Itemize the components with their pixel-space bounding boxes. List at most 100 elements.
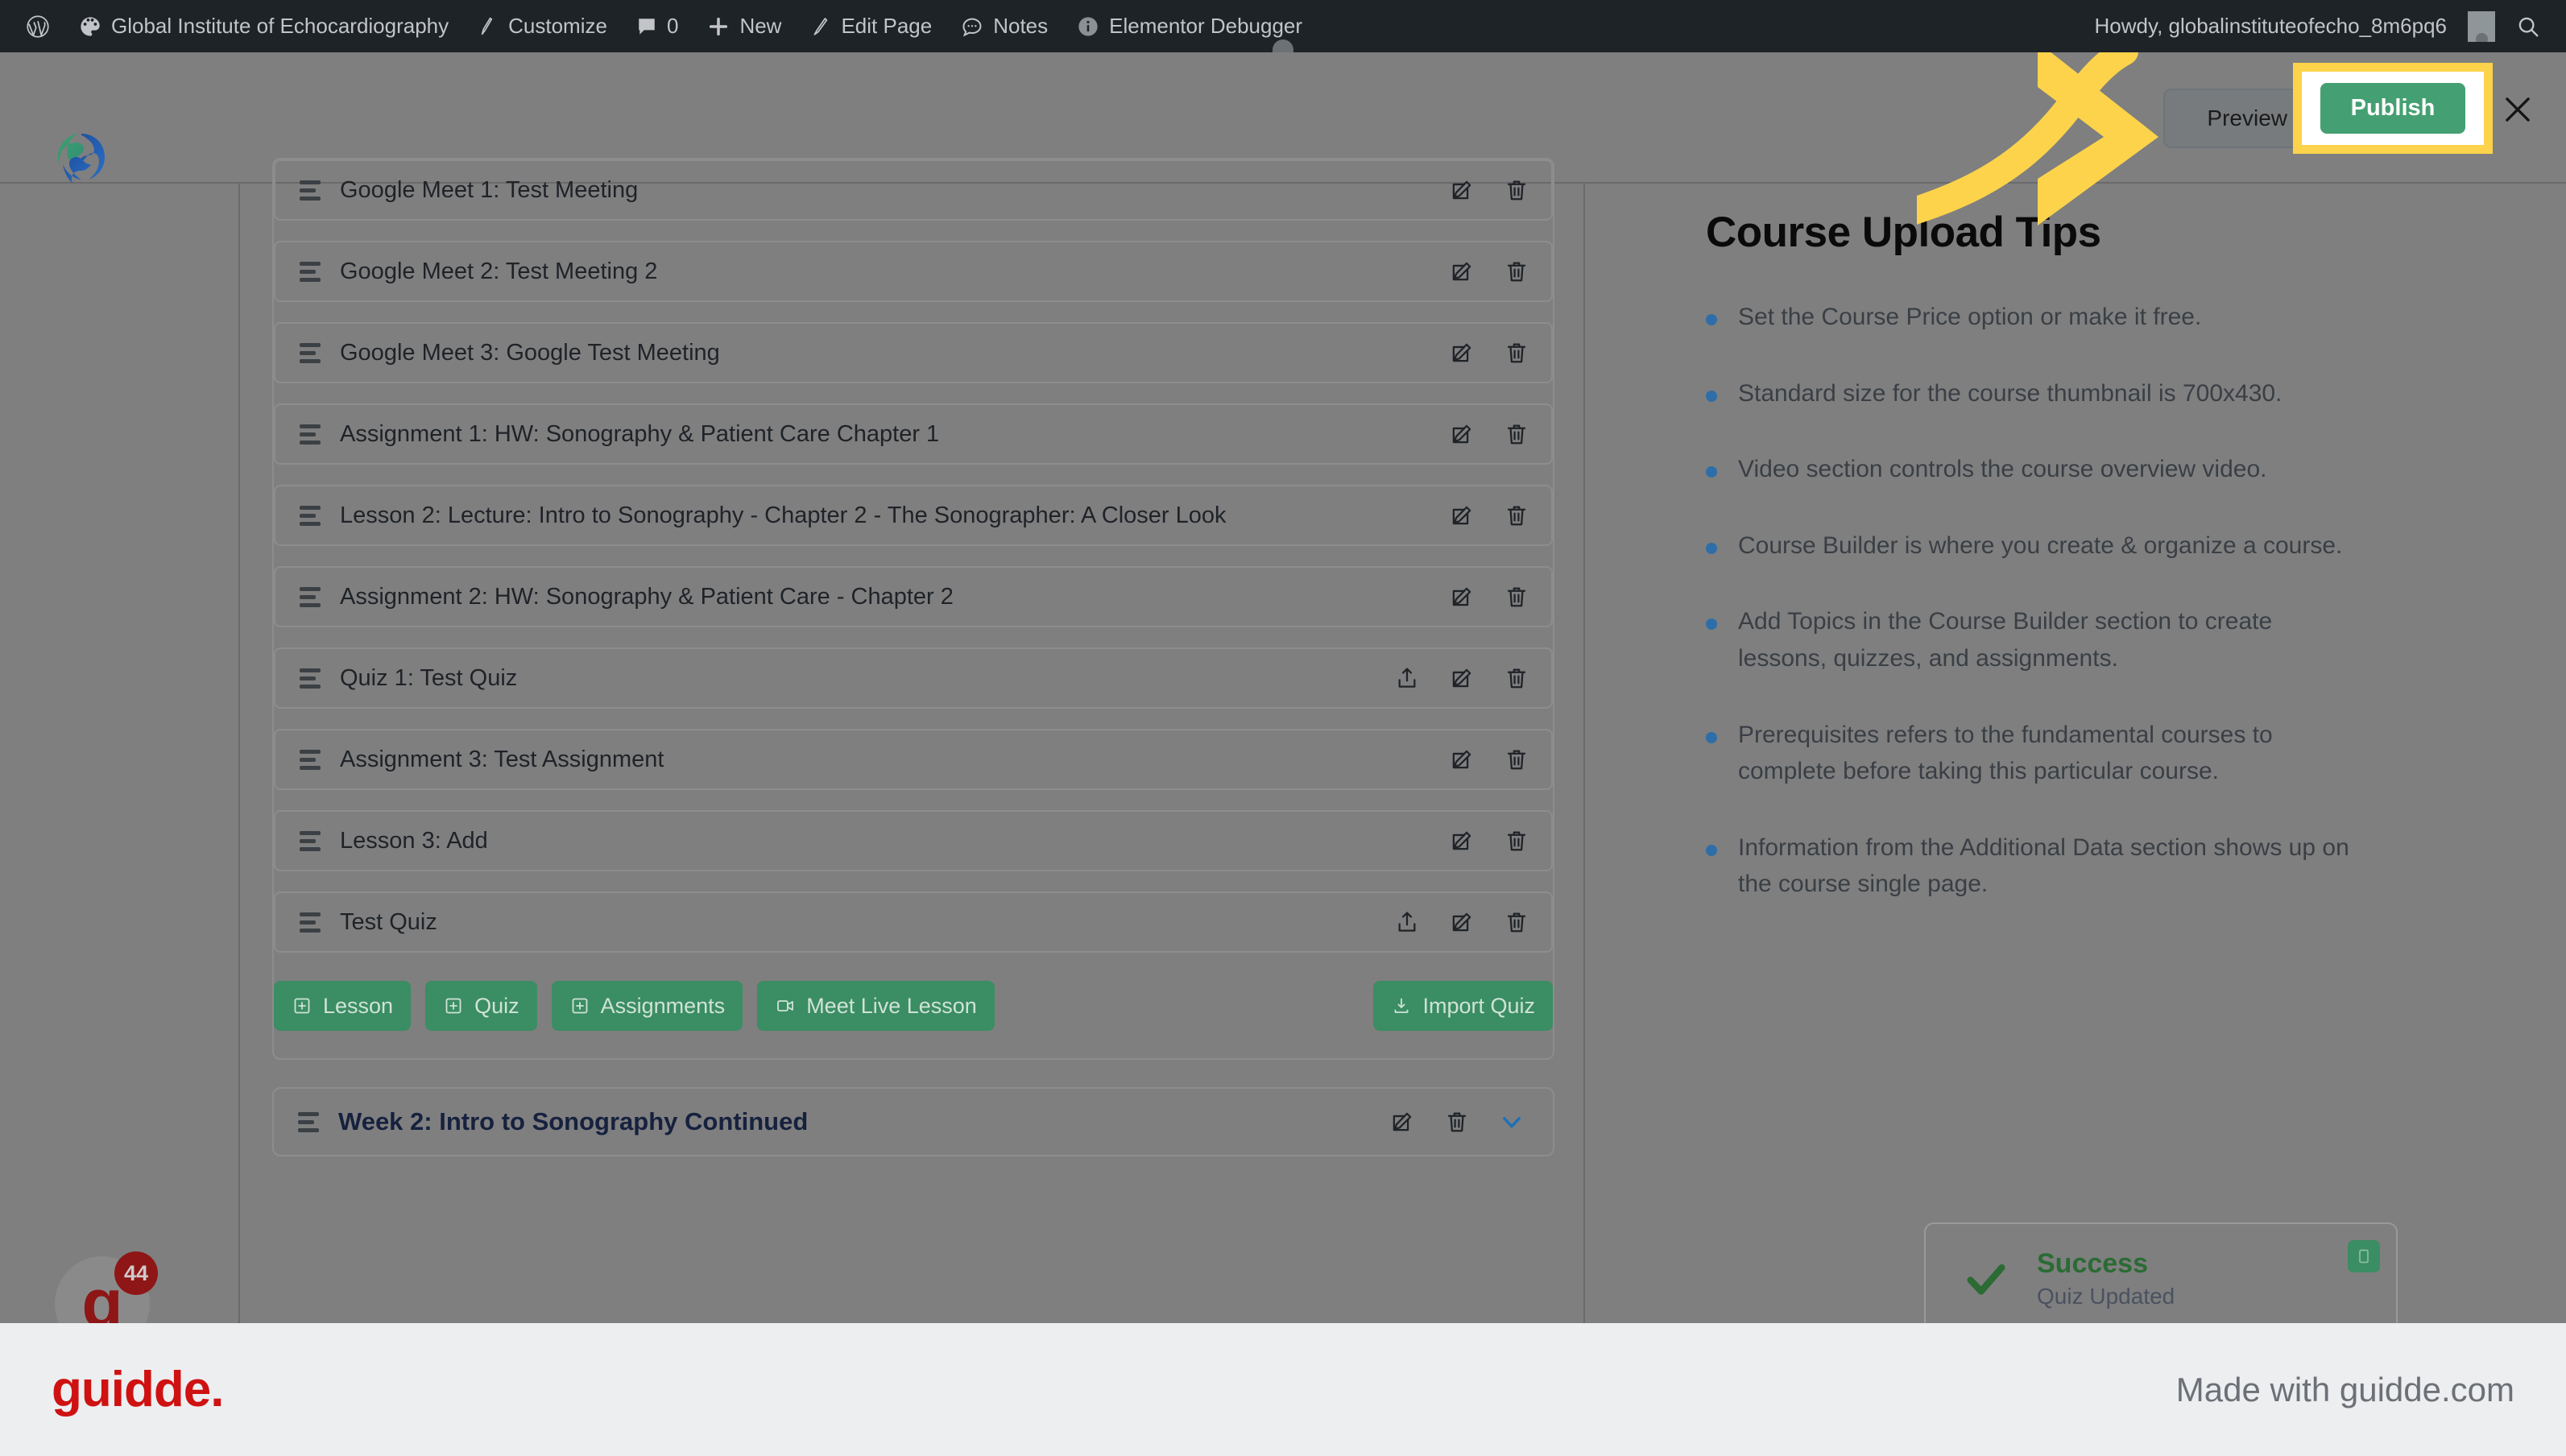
- preview-button[interactable]: Preview: [2163, 88, 2300, 148]
- row-actions: [1448, 420, 1530, 448]
- adminbar-item-edit-page[interactable]: Edit Page: [796, 0, 946, 52]
- meet-live-lesson-button[interactable]: Meet Live Lesson: [757, 981, 995, 1031]
- drag-handle-icon[interactable]: [300, 586, 321, 607]
- download-icon: [1391, 995, 1412, 1016]
- publish-highlight-box: Publish: [2293, 63, 2493, 154]
- list-item[interactable]: Google Meet 3: Google Test Meeting: [274, 322, 1553, 383]
- edit-icon[interactable]: [1448, 908, 1475, 936]
- list-item[interactable]: Google Meet 2: Test Meeting 2: [274, 241, 1553, 302]
- list-item[interactable]: Google Meet 1: Test Meeting: [274, 159, 1553, 221]
- edit-icon[interactable]: [1448, 339, 1475, 366]
- preview-button-label: Preview: [2207, 105, 2287, 130]
- avatar: [1273, 10, 2495, 52]
- adminbar-item-notes[interactable]: Notes: [946, 0, 1062, 52]
- topic-row-week-2[interactable]: Week 2: Intro to Sonography Continued: [272, 1087, 1554, 1156]
- tip-text: Video section controls the course overvi…: [1738, 456, 2267, 483]
- add-content-toolbar: Lesson Quiz Assignments Meet Live Lesson…: [274, 973, 1553, 1031]
- list-item-title: Quiz 1: Test Quiz: [340, 664, 518, 691]
- list-item-title: Assignment 2: HW: Sonography & Patient C…: [340, 583, 954, 610]
- drag-handle-icon[interactable]: [300, 424, 321, 445]
- adminbar-search-button[interactable]: [2502, 0, 2555, 52]
- list-item-title: Google Meet 1: Test Meeting: [340, 176, 639, 203]
- trash-icon[interactable]: [1503, 908, 1530, 936]
- edit-icon[interactable]: [1448, 746, 1475, 773]
- publish-button[interactable]: Publish: [2320, 83, 2466, 134]
- list-item[interactable]: Lesson 2: Lecture: Intro to Sonography -…: [274, 485, 1553, 546]
- trash-icon[interactable]: [1503, 583, 1530, 610]
- drag-handle-icon[interactable]: [300, 749, 321, 770]
- plus-square-icon: [443, 995, 464, 1016]
- row-actions: [1448, 502, 1530, 529]
- adminbar-item-customize[interactable]: Customize: [463, 0, 622, 52]
- trash-icon[interactable]: [1503, 746, 1530, 773]
- trash-icon[interactable]: [1503, 420, 1530, 448]
- list-item[interactable]: Assignment 2: HW: Sonography & Patient C…: [274, 566, 1553, 627]
- adminbar-site-label: Global Institute of Echocardiography: [111, 14, 449, 38]
- export-icon[interactable]: [1393, 664, 1421, 692]
- status-badge: 44: [114, 1251, 158, 1295]
- row-actions: [1448, 827, 1530, 854]
- add-assignments-label: Assignments: [600, 993, 726, 1018]
- adminbar-item-new[interactable]: New: [693, 0, 796, 52]
- trash-icon[interactable]: [1503, 339, 1530, 366]
- bullet-icon: [1706, 390, 1717, 402]
- list-item[interactable]: Lesson 3: Add: [274, 810, 1553, 871]
- topic-actions: [1389, 1108, 1525, 1135]
- drag-handle-icon[interactable]: [298, 1111, 319, 1132]
- trash-icon[interactable]: [1503, 258, 1530, 285]
- adminbar-item-comments[interactable]: 0: [622, 0, 693, 52]
- export-icon[interactable]: [1393, 908, 1421, 936]
- toast-message: Quiz Updated: [2037, 1283, 2175, 1309]
- edit-icon[interactable]: [1448, 583, 1475, 610]
- right-column-divider: [1583, 184, 1585, 1323]
- adminbar-item-site[interactable]: Global Institute of Echocardiography: [64, 0, 463, 52]
- drag-handle-icon[interactable]: [300, 180, 321, 201]
- adminbar-item-account[interactable]: Howdy, globalinstituteofecho_8m6pq6: [1273, 0, 2502, 52]
- list-item[interactable]: Test Quiz: [274, 891, 1553, 953]
- tip-item: Information from the Additional Data sec…: [1706, 829, 2350, 903]
- add-lesson-button[interactable]: Lesson: [274, 981, 412, 1031]
- site-icon: [79, 15, 101, 38]
- adminbar-comments-count: 0: [666, 14, 679, 38]
- drag-handle-icon[interactable]: [300, 505, 321, 526]
- edit-icon[interactable]: [1389, 1108, 1416, 1135]
- tip-item: Set the Course Price option or make it f…: [1706, 299, 2350, 336]
- trash-icon[interactable]: [1503, 176, 1530, 204]
- list-item-title: Lesson 2: Lecture: Intro to Sonography -…: [340, 502, 1227, 528]
- copy-icon[interactable]: [2348, 1240, 2380, 1272]
- list-item[interactable]: Assignment 1: HW: Sonography & Patient C…: [274, 403, 1553, 465]
- guidde-logo: guidde.: [52, 1362, 224, 1417]
- edit-icon[interactable]: [1448, 502, 1475, 529]
- tip-item: Course Builder is where you create & org…: [1706, 527, 2350, 565]
- chevron-down-icon[interactable]: [1498, 1108, 1525, 1135]
- edit-icon[interactable]: [1448, 827, 1475, 854]
- add-assignments-button[interactable]: Assignments: [551, 981, 743, 1031]
- topic-items-container: Google Meet 1: Test Meeting Google Meet …: [272, 158, 1554, 1060]
- edit-icon[interactable]: [1448, 664, 1475, 692]
- adminbar-elementor-label: Elementor Debugger: [1109, 14, 1303, 38]
- list-item[interactable]: Quiz 1: Test Quiz: [274, 647, 1553, 709]
- course-upload-tips-panel: Course Upload Tips Set the Course Price …: [1706, 208, 2350, 942]
- trash-icon[interactable]: [1503, 827, 1530, 854]
- trash-icon[interactable]: [1503, 502, 1530, 529]
- drag-handle-icon[interactable]: [300, 261, 321, 282]
- trash-icon[interactable]: [1503, 664, 1530, 692]
- adminbar-howdy-label: Howdy, globalinstituteofecho_8m6pq6: [2094, 14, 2447, 38]
- drag-handle-icon[interactable]: [300, 912, 321, 933]
- wp-admin-bar: Global Institute of Echocardiography Cus…: [0, 0, 2566, 52]
- add-quiz-label: Quiz: [474, 993, 519, 1018]
- drag-handle-icon[interactable]: [300, 668, 321, 689]
- trash-icon[interactable]: [1443, 1108, 1471, 1135]
- edit-icon[interactable]: [1448, 420, 1475, 448]
- check-icon: [1961, 1254, 2011, 1304]
- edit-icon[interactable]: [1448, 176, 1475, 204]
- import-quiz-button[interactable]: Import Quiz: [1373, 981, 1553, 1031]
- close-icon[interactable]: [2501, 93, 2535, 126]
- plus-square-icon: [569, 995, 590, 1016]
- list-item[interactable]: Assignment 3: Test Assignment: [274, 729, 1553, 790]
- drag-handle-icon[interactable]: [300, 342, 321, 363]
- adminbar-item-wordpress[interactable]: [11, 0, 64, 52]
- add-quiz-button[interactable]: Quiz: [425, 981, 537, 1031]
- edit-icon[interactable]: [1448, 258, 1475, 285]
- drag-handle-icon[interactable]: [300, 830, 321, 851]
